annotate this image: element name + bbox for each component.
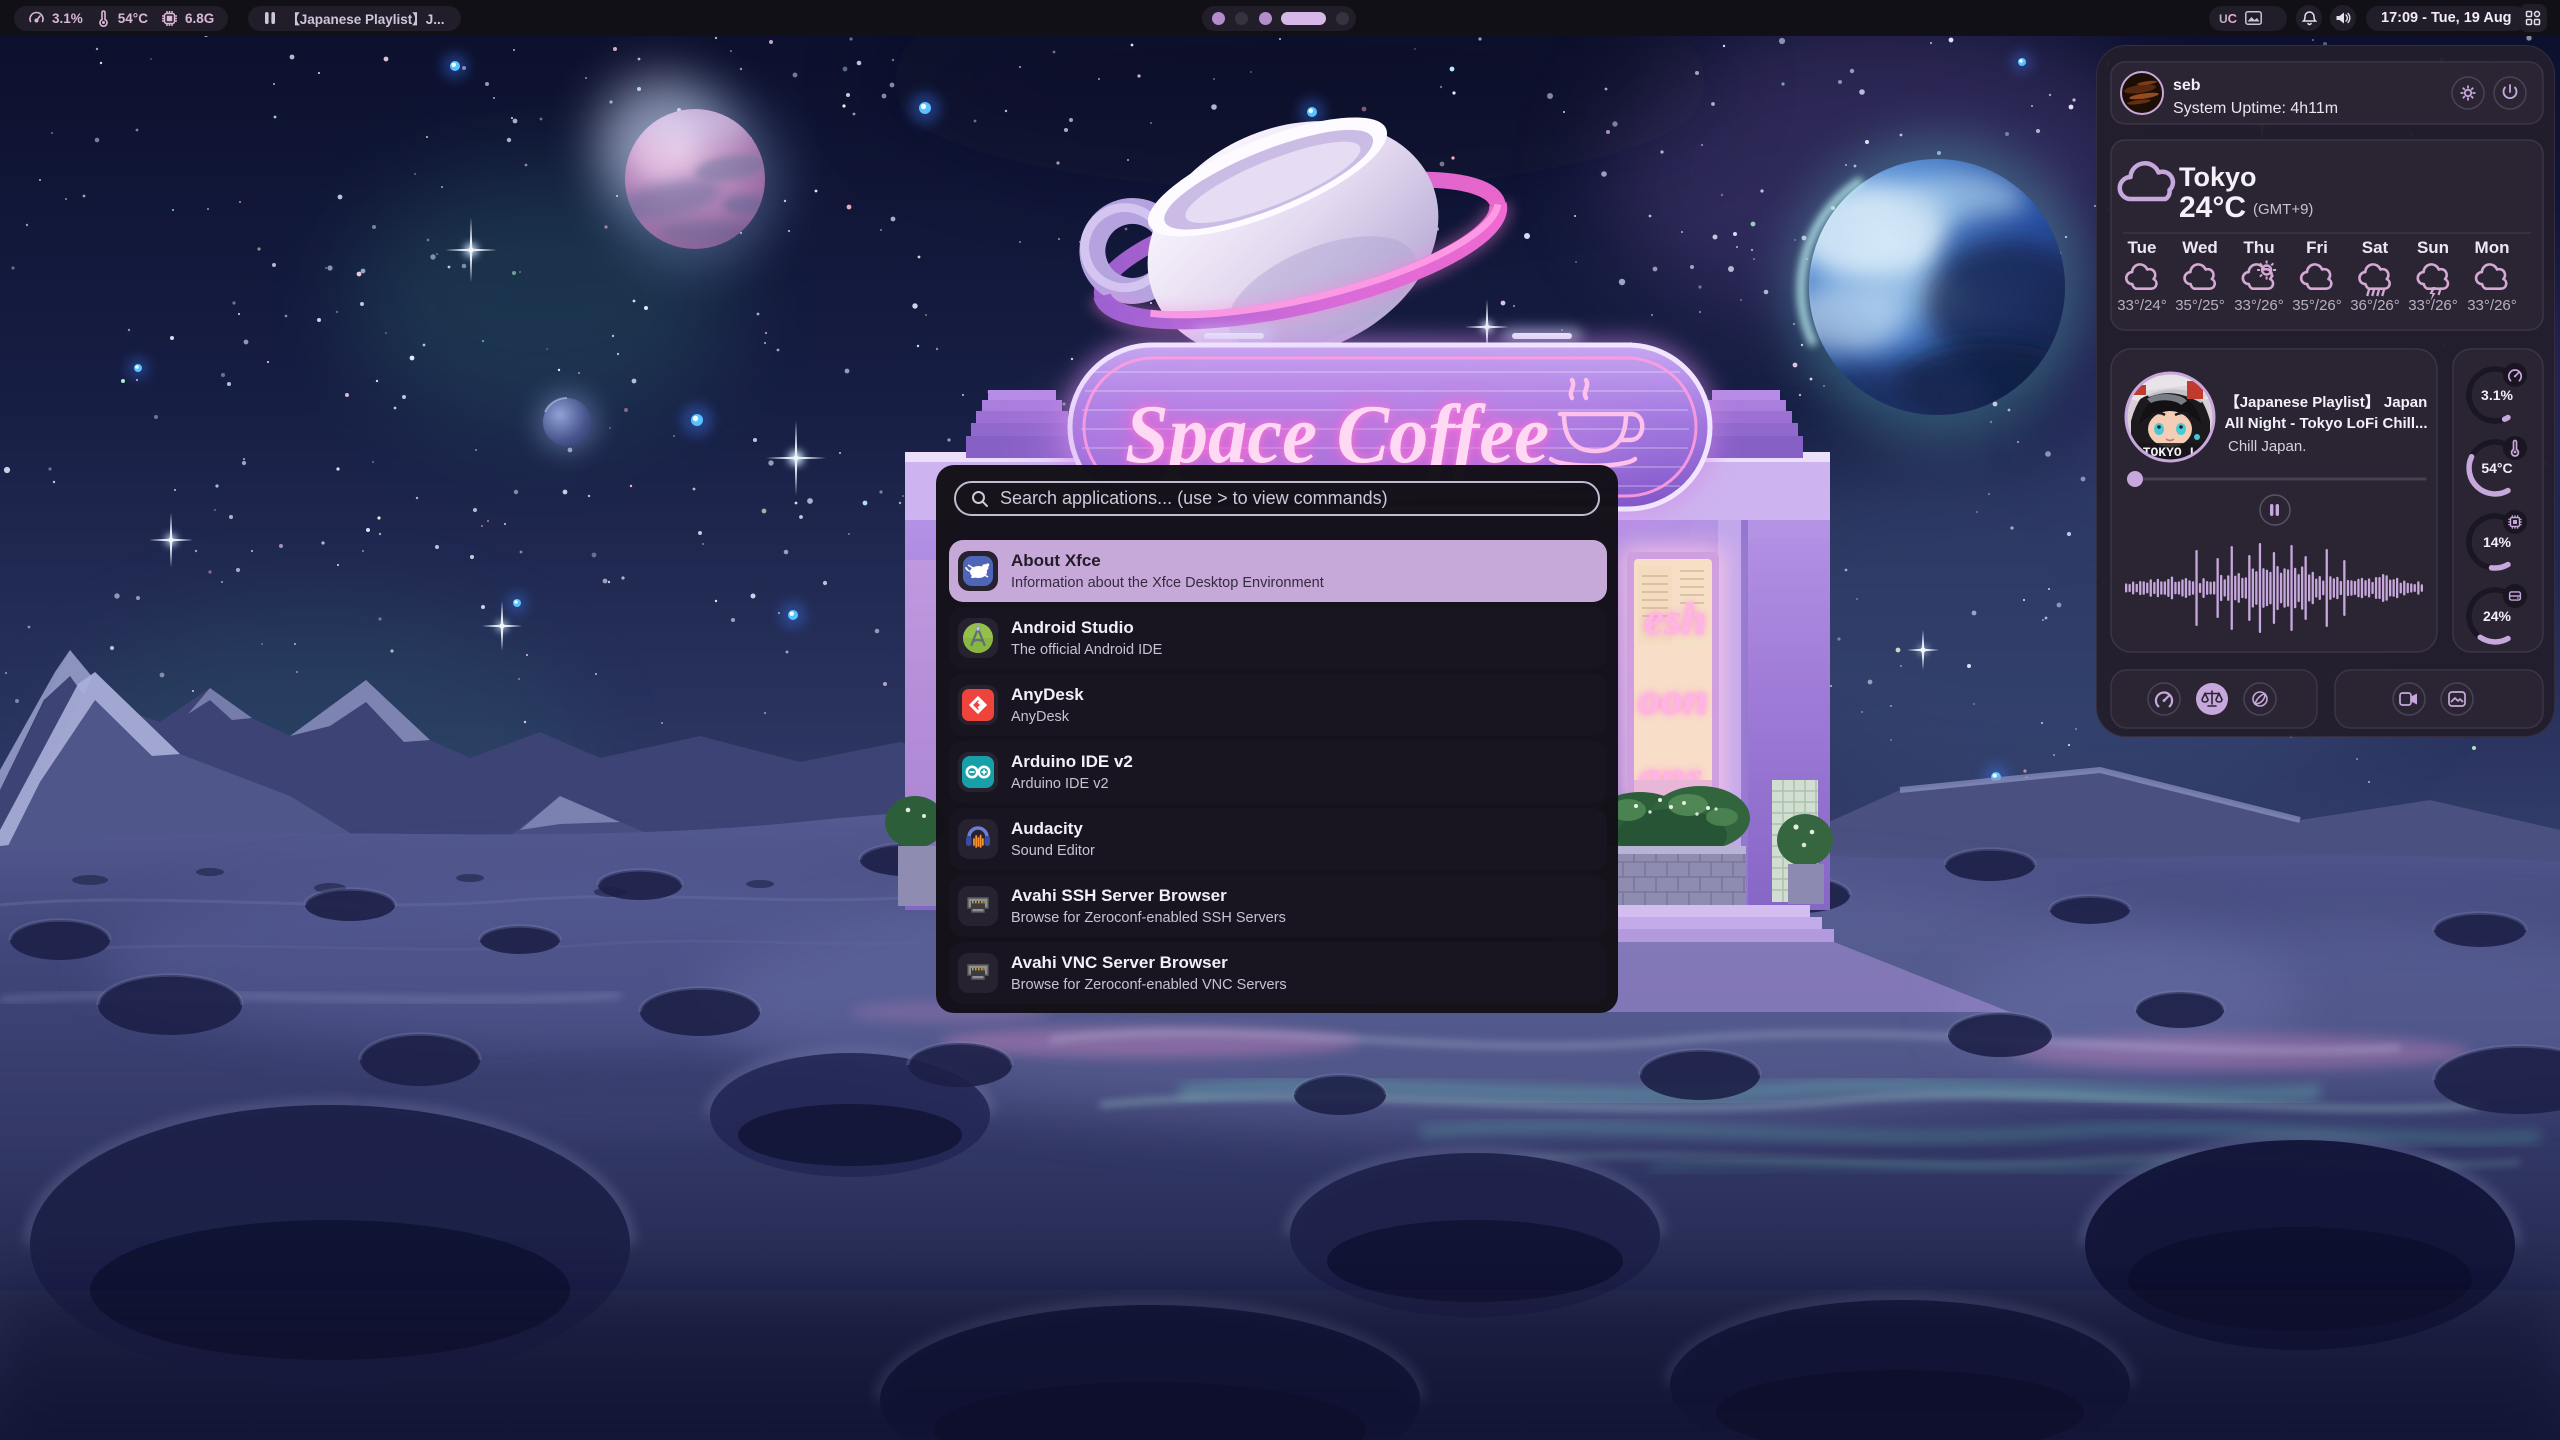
svg-text:33°/26°: 33°/26° [2467, 297, 2517, 314]
svg-text:System Uptime: 4h11m: System Uptime: 4h11m [2173, 100, 2338, 117]
svg-text:Fri: Fri [2306, 238, 2328, 257]
svg-text:Wed: Wed [2182, 238, 2218, 257]
svg-text:Tue: Tue [2128, 238, 2157, 257]
svg-text:24%: 24% [2483, 608, 2512, 624]
svg-text:54°C: 54°C [2481, 460, 2512, 476]
svg-text:Mon: Mon [2475, 238, 2510, 257]
svg-text:Tokyo: Tokyo [2179, 162, 2257, 192]
svg-text:(GMT+9): (GMT+9) [2253, 201, 2313, 218]
svg-text:14%: 14% [2483, 534, 2512, 550]
svg-text:33°/24°: 33°/24° [2117, 297, 2167, 314]
svg-text:oon: oon [1638, 674, 1708, 724]
svg-text:seb: seb [2173, 77, 2201, 94]
svg-text:Thu: Thu [2243, 238, 2274, 257]
svg-text:33°/26°: 33°/26° [2234, 297, 2284, 314]
svg-text:Sat: Sat [2362, 238, 2389, 257]
svg-text:33°/26°: 33°/26° [2408, 297, 2458, 314]
svg-text:Chill Japan.: Chill Japan. [2228, 438, 2306, 455]
svg-text:24°C: 24°C [2179, 191, 2246, 224]
svg-text:esh: esh [1644, 594, 1707, 644]
svg-text:35°/26°: 35°/26° [2292, 297, 2342, 314]
svg-text:All Night - Tokyo LoFi Chill..: All Night - Tokyo LoFi Chill... [2224, 415, 2427, 432]
svg-text:【Japanese Playlist】 Japan: 【Japanese Playlist】 Japan [2225, 393, 2428, 411]
svg-text:Sun: Sun [2417, 238, 2449, 257]
svg-text:3.1%: 3.1% [2481, 387, 2513, 403]
svg-text:35°/25°: 35°/25° [2175, 297, 2225, 314]
svg-text:36°/26°: 36°/26° [2350, 297, 2400, 314]
